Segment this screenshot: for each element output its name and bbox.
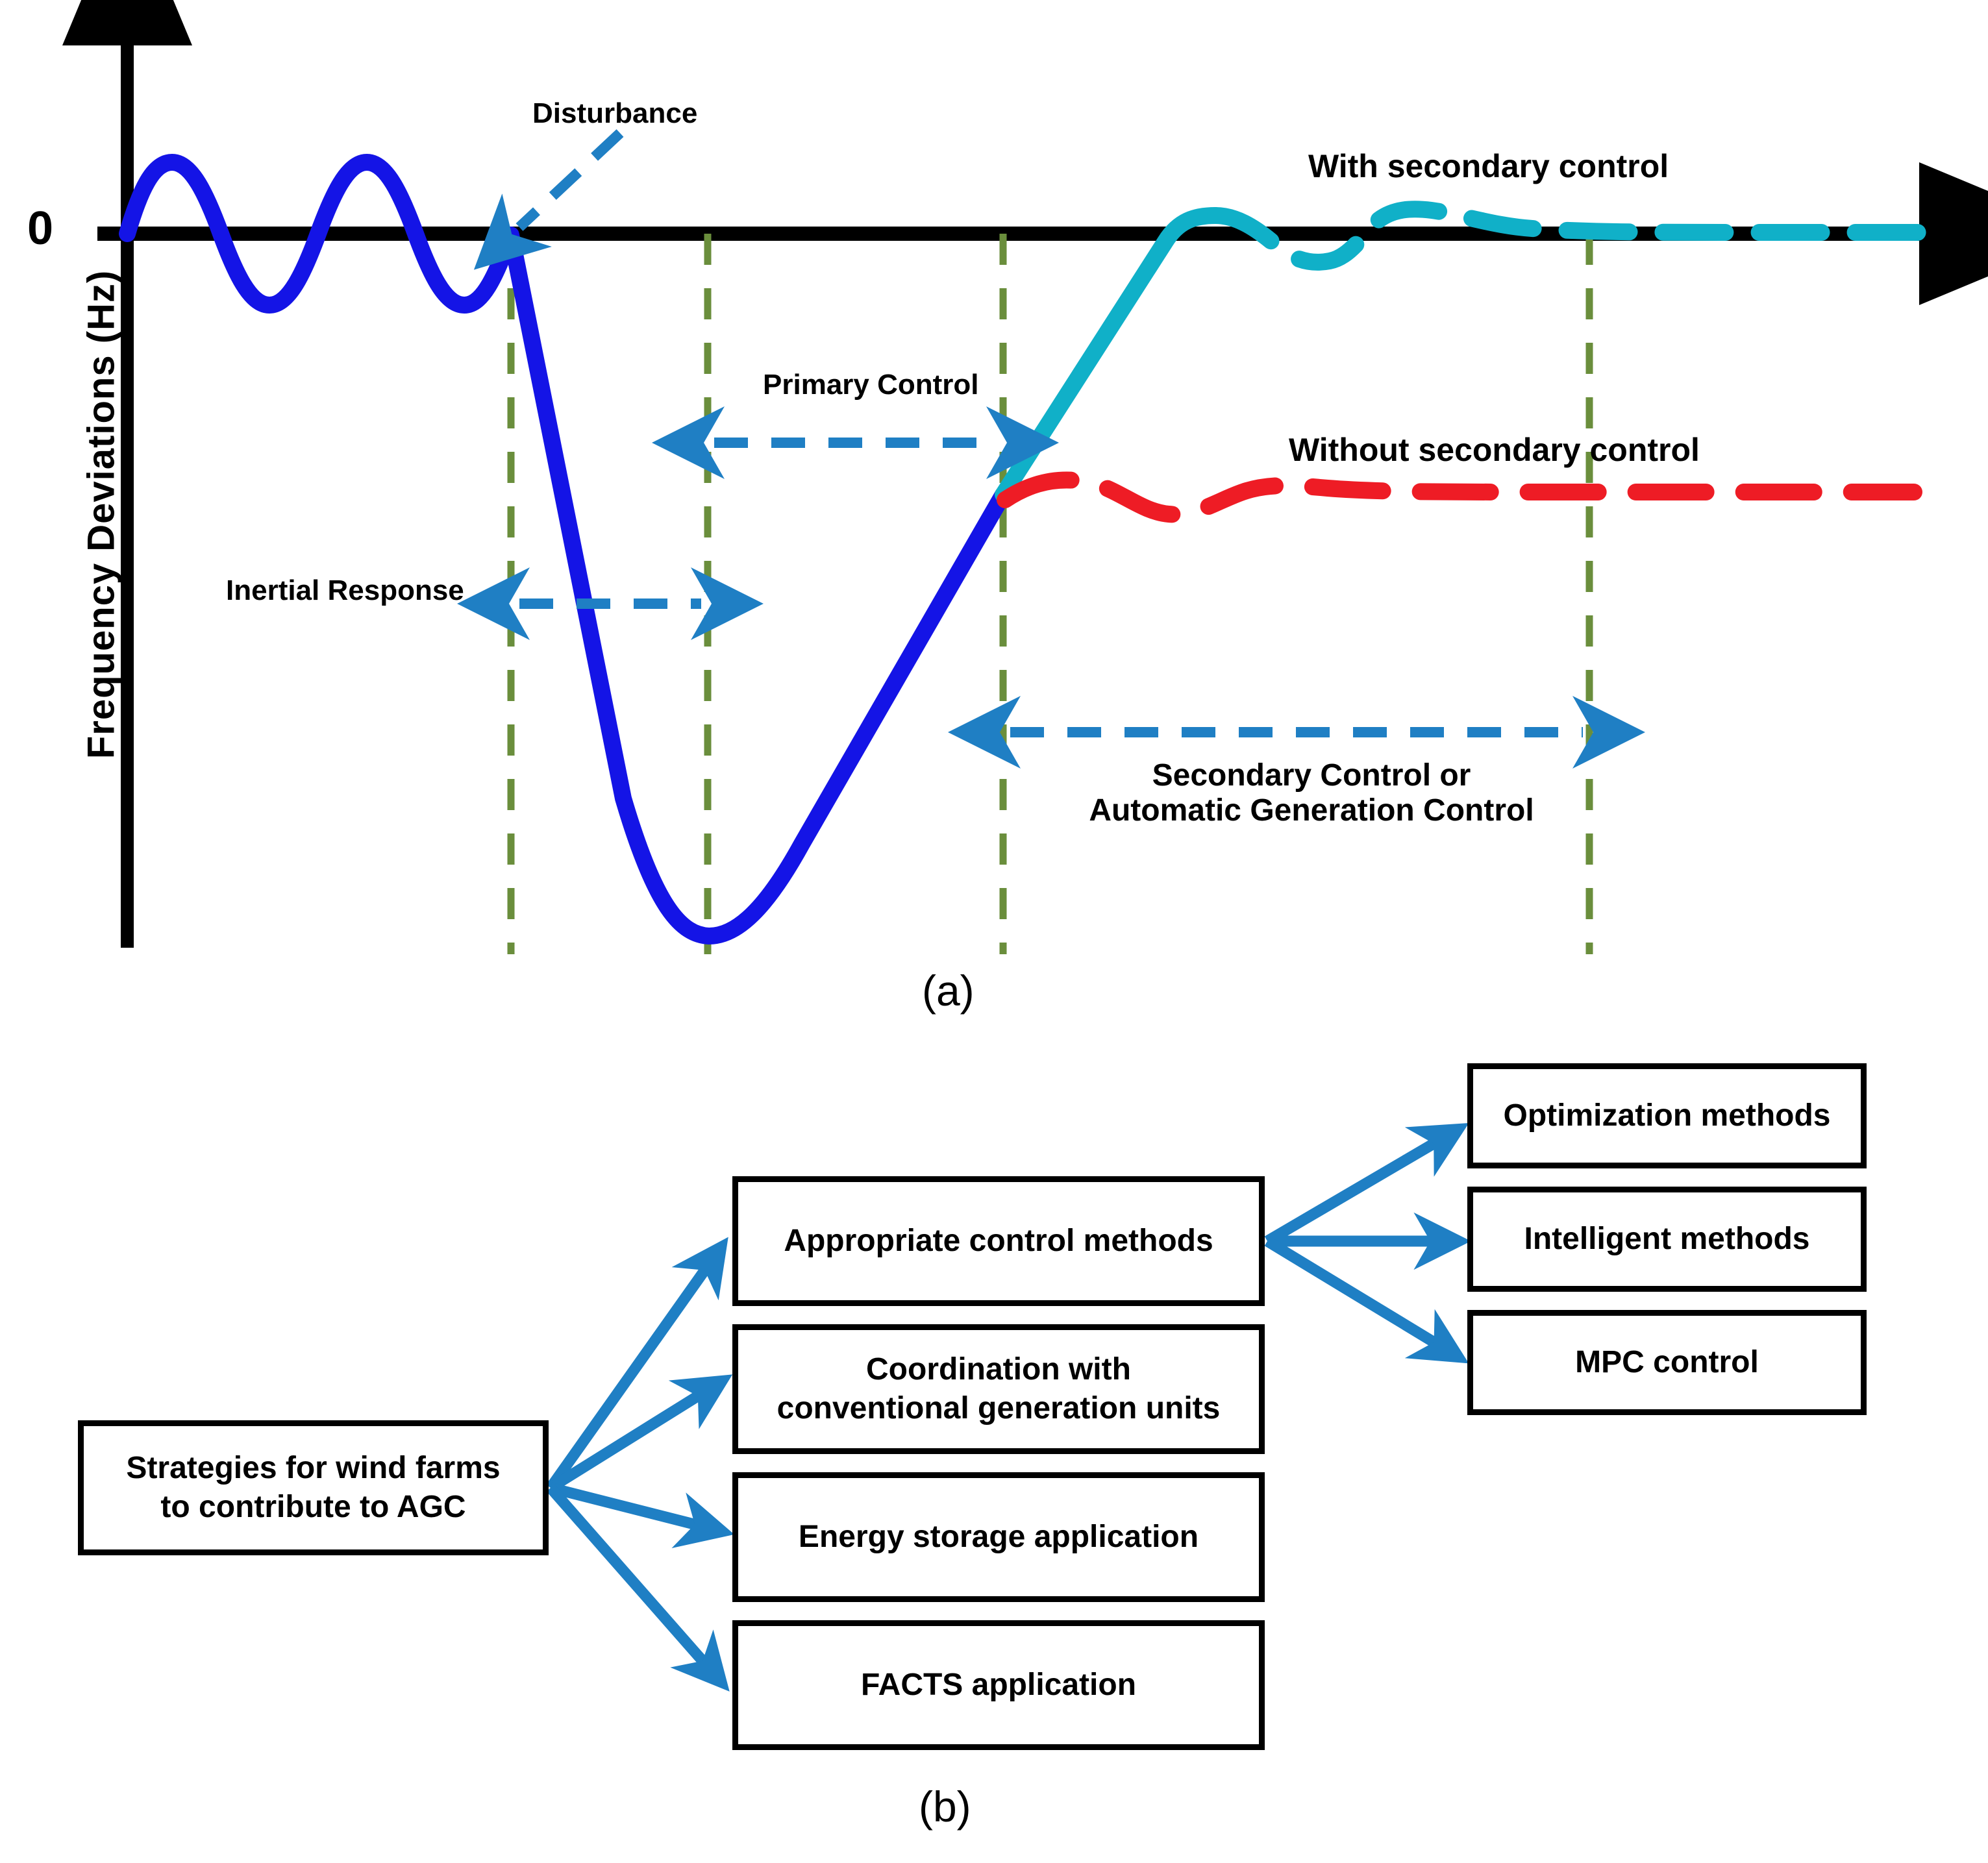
node-coordination-line1: Coordination with bbox=[866, 1352, 1131, 1387]
node-intelligent-methods-label: Intelligent methods bbox=[1524, 1222, 1810, 1256]
node-optimization-methods[interactable]: Optimization methods bbox=[1467, 1063, 1867, 1168]
figure-root: Frequency Deviations (Hz) 0 Disturbance … bbox=[0, 0, 1988, 1863]
connector-root-to-control bbox=[546, 1237, 728, 1491]
node-coordination-line2: conventional generation units bbox=[777, 1391, 1221, 1425]
node-coordination-label: Coordination with conventional generatio… bbox=[777, 1350, 1221, 1428]
node-root-line2: to contribute to AGC bbox=[160, 1490, 466, 1524]
node-energy-storage-label: Energy storage application bbox=[798, 1520, 1199, 1554]
node-coordination-conventional-generation[interactable]: Coordination with conventional generatio… bbox=[732, 1324, 1265, 1454]
node-energy-storage-application[interactable]: Energy storage application bbox=[732, 1472, 1265, 1602]
connector-control-to-optimization bbox=[1264, 1122, 1469, 1246]
connector-control-to-mpc bbox=[1264, 1236, 1469, 1364]
node-mpc-control-label: MPC control bbox=[1575, 1345, 1759, 1379]
panel-b-caption: (b) bbox=[919, 1783, 971, 1831]
node-appropriate-control-methods-label: Appropriate control methods bbox=[784, 1224, 1213, 1258]
node-mpc-control[interactable]: MPC control bbox=[1467, 1310, 1867, 1415]
node-root-label: Strategies for wind farms to contribute … bbox=[126, 1449, 500, 1527]
node-intelligent-methods[interactable]: Intelligent methods bbox=[1467, 1187, 1867, 1292]
node-facts-label: FACTS application bbox=[860, 1668, 1137, 1702]
connector-root-to-facts bbox=[546, 1484, 730, 1692]
panel-b-strategy-flowchart: Strategies for wind farms to contribute … bbox=[0, 0, 1988, 1863]
node-strategies-for-wind-farms[interactable]: Strategies for wind farms to contribute … bbox=[78, 1420, 549, 1555]
node-facts-application[interactable]: FACTS application bbox=[732, 1620, 1265, 1750]
node-root-line1: Strategies for wind farms bbox=[126, 1451, 501, 1485]
connector-root-to-coordination bbox=[547, 1374, 733, 1493]
node-appropriate-control-methods[interactable]: Appropriate control methods bbox=[732, 1176, 1265, 1306]
node-optimization-methods-label: Optimization methods bbox=[1503, 1098, 1831, 1133]
